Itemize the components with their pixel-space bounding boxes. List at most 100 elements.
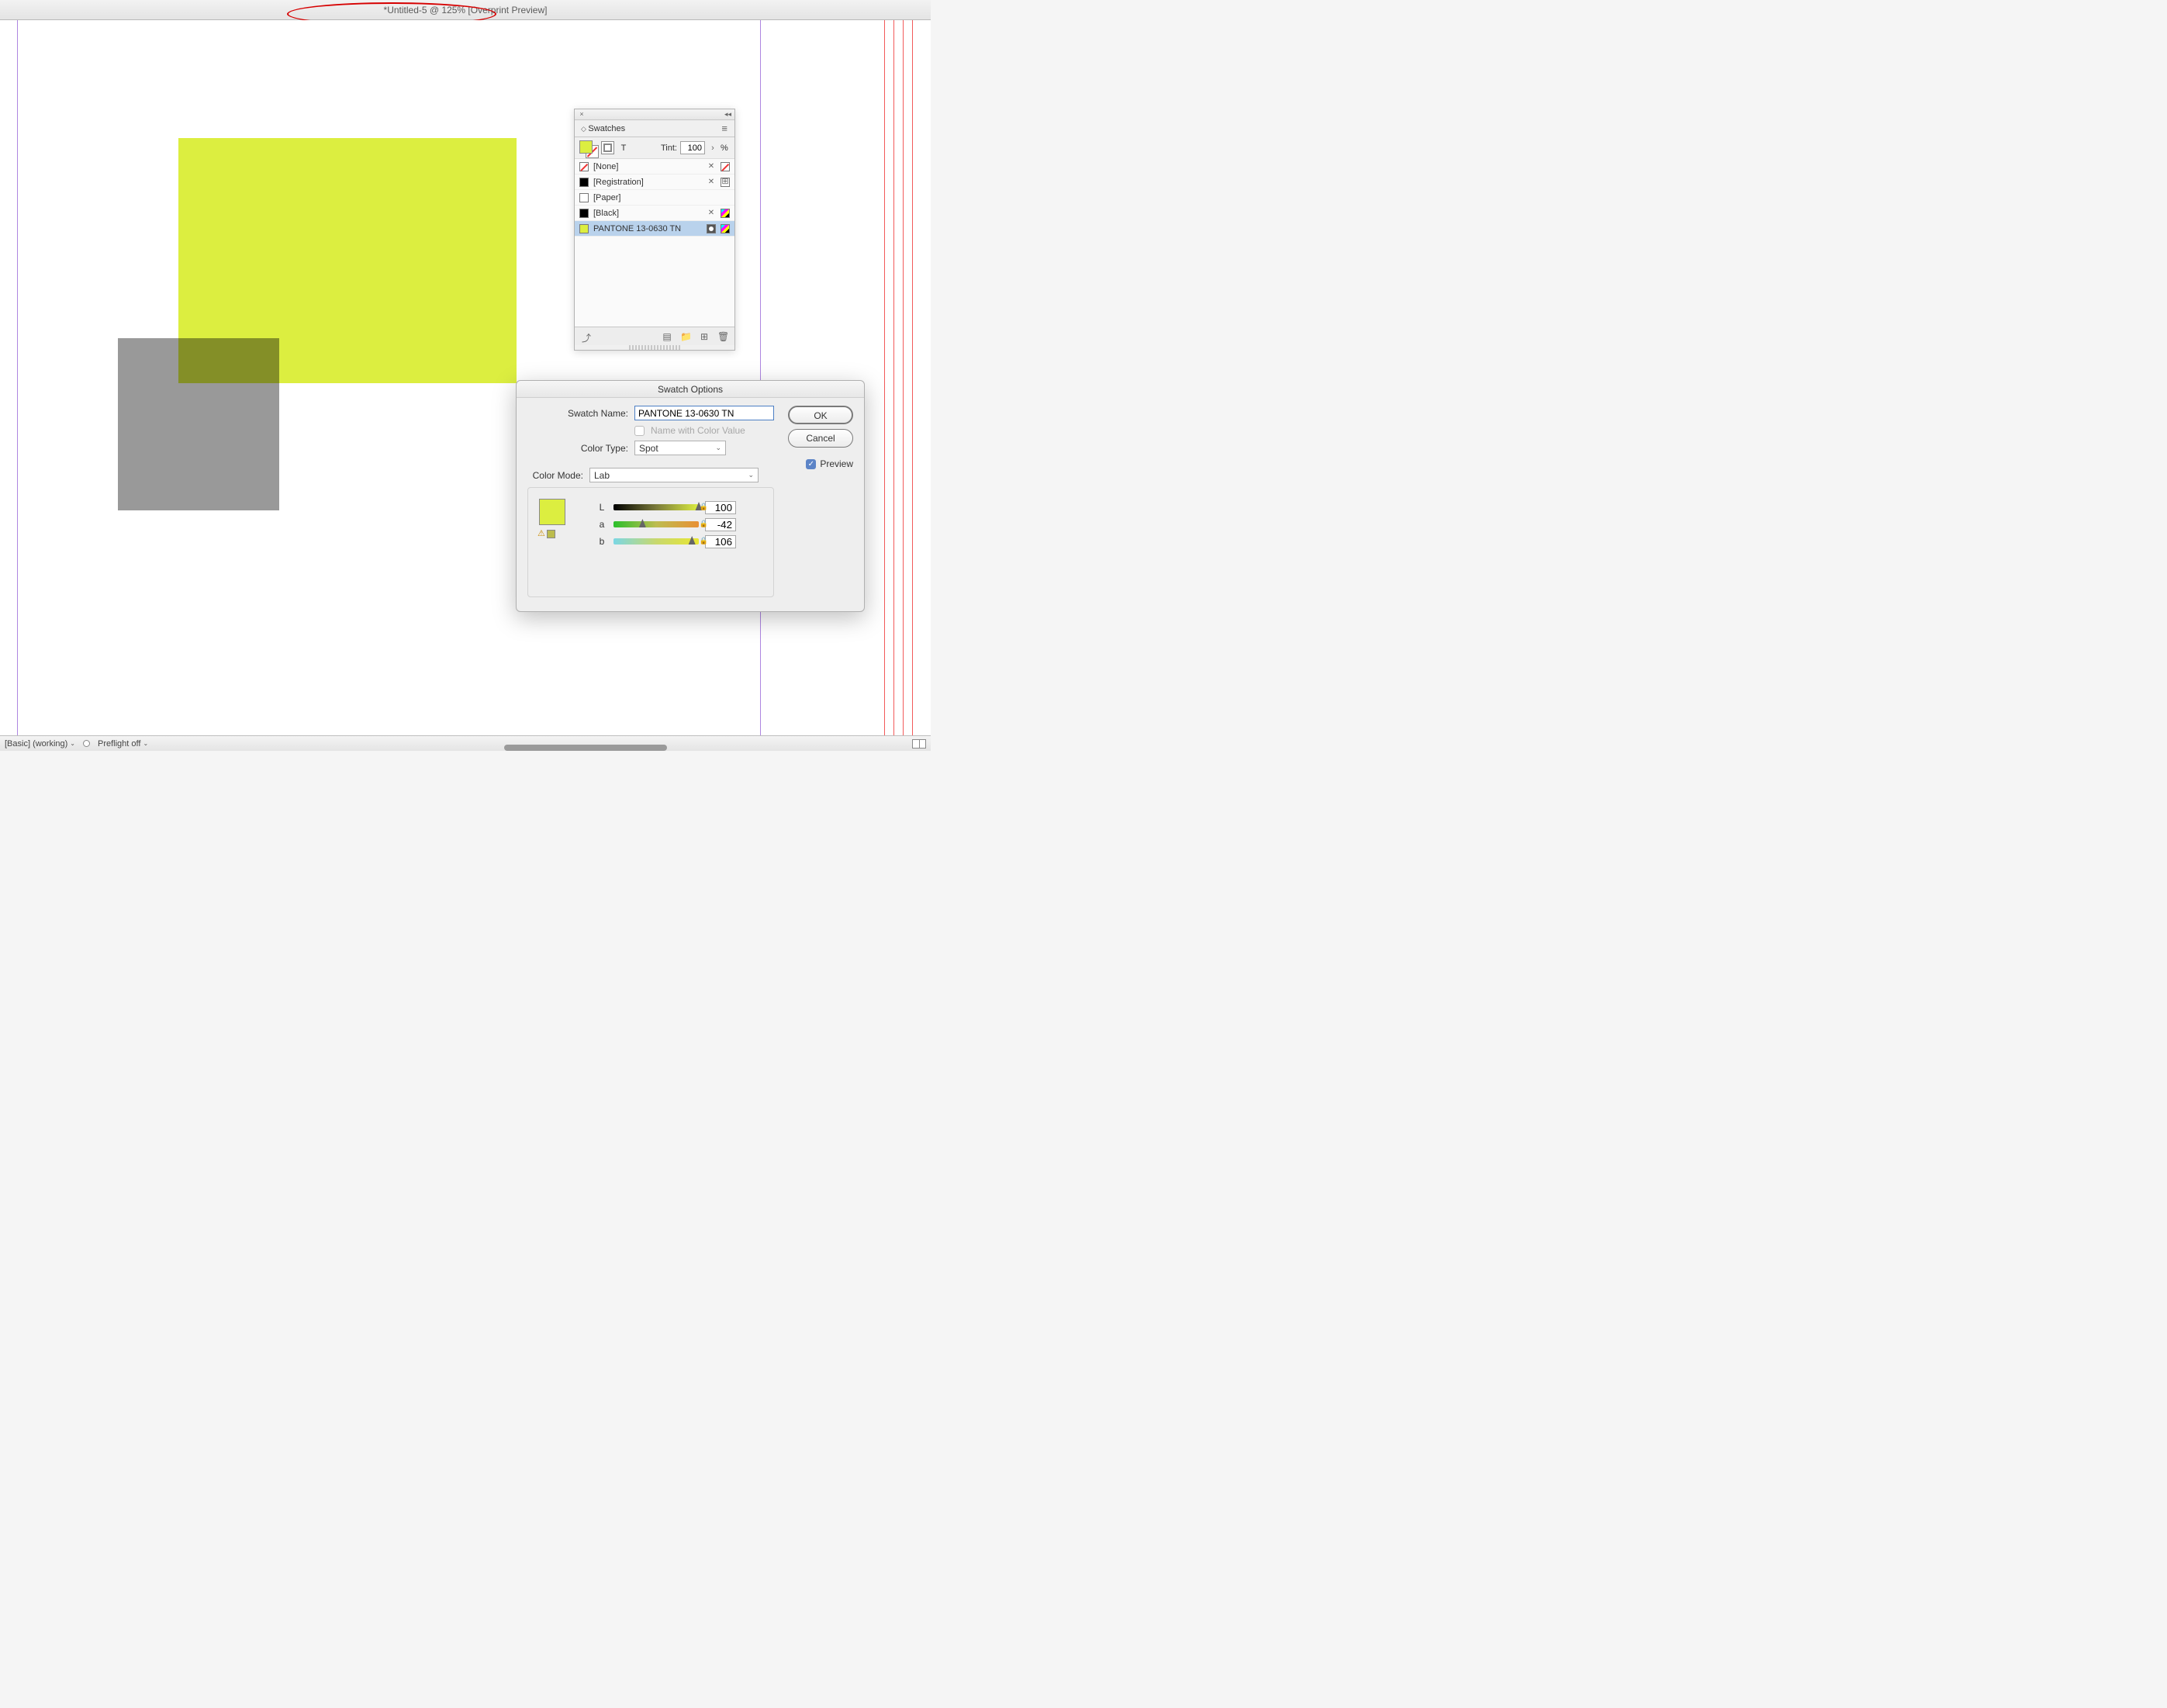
color-mode-value: Lab [594,470,610,481]
guide-bleed [893,20,894,735]
name-with-value-label: Name with Color Value [651,425,745,436]
swatch-name: [Paper] [593,193,730,202]
guide-right [760,20,761,735]
preview-label: Preview [820,458,853,469]
spot-color-icon [707,224,716,233]
swatch-row-none[interactable]: [None] [575,159,734,175]
swatch-name: [Black] [593,209,702,218]
swatch-row-black[interactable]: [Black] [575,206,734,221]
lab-sliders-block: L 🔒 a 🔒 b [527,487,774,597]
list-empty-area [575,237,734,327]
cancel-button[interactable]: Cancel [788,429,853,448]
not-editable-icon [707,162,716,171]
not-editable-icon [707,178,716,187]
add-to-cc-icon[interactable]: ⤴ [581,331,592,342]
swatch-chip [579,178,589,187]
swatch-name-label: Swatch Name: [527,408,628,419]
tint-input[interactable] [680,141,705,154]
document-canvas[interactable] [0,20,931,735]
preview-checkbox-row[interactable]: ✓ Preview [806,458,853,469]
a-input[interactable] [705,518,736,531]
swatch-name: PANTONE 13-0630 TN [593,224,702,233]
swatch-row-pantone[interactable]: PANTONE 13-0630 TN [575,221,734,237]
chevron-down-icon: ⌄ [748,471,754,479]
panel-titlebar[interactable]: × ◂◂ [575,109,734,120]
b-label: b [596,536,607,547]
delete-swatch-icon[interactable]: 🗑 [717,331,728,342]
lab-icon [721,224,730,233]
panel-resize-grip[interactable] [629,345,680,350]
swatch-row-paper[interactable]: [Paper] [575,190,734,206]
color-preview-swatch [539,499,565,525]
swatches-panel[interactable]: × ◂◂ Swatches ≡ T Tint: › % [None] [Regi… [574,109,735,351]
lock-icon: 🔒 [700,503,708,511]
tint-label: Tint: [661,143,677,153]
status-bar: [Basic] (working) ⌄ Preflight off ⌄ [0,735,931,751]
b-slider[interactable]: 🔒 [613,538,699,545]
gamut-warning-icon[interactable] [537,528,555,538]
cmyk-icon [721,209,730,218]
chevron-down-icon: ⌄ [70,740,75,747]
panel-tab[interactable]: Swatches ≡ [575,120,734,137]
profile-label: [Basic] (working) [5,739,67,749]
color-type-label: Color Type: [527,443,628,454]
not-editable-icon [707,209,716,218]
registration-icon [721,178,730,187]
swatch-options-dialog[interactable]: Swatch Options Swatch Name: Name with Co… [516,380,865,612]
color-type-select[interactable]: Spot ⌄ [634,441,726,455]
preview-checkbox[interactable]: ✓ [806,459,816,469]
swatch-chip [579,193,589,202]
preflight-label: Preflight off [98,739,140,749]
a-slider[interactable]: 🔒 [613,521,699,527]
name-with-value-checkbox [634,426,645,436]
panel-collapse-icon[interactable]: ◂◂ [724,110,731,119]
a-label: a [596,519,607,530]
lock-icon: 🔒 [700,520,708,528]
L-slider[interactable]: 🔒 [613,504,699,510]
preflight-dropdown[interactable]: Preflight off ⌄ [98,739,148,749]
window-title-bar: *Untitled-5 @ 125% [Overprint Preview] [0,0,931,20]
horizontal-scrollbar[interactable] [504,745,667,751]
guide-bleed [884,20,885,735]
L-label: L [596,502,607,513]
chevron-down-icon: ⌄ [143,740,148,747]
lock-icon: 🔒 [700,537,708,545]
preflight-status-icon [83,740,90,747]
document-title: *Untitled-5 @ 125% [Overprint Preview] [384,5,548,16]
swatches-list[interactable]: [None] [Registration] [Paper] [Black] PA… [575,159,734,327]
formatting-container-icon[interactable] [601,141,614,154]
fill-stroke-proxy[interactable] [579,140,598,156]
b-input[interactable] [705,535,736,548]
swatch-chip [579,224,589,233]
guide-bleed [912,20,913,735]
none-type-icon [721,162,730,171]
swatch-name: [None] [593,162,702,171]
swatch-name: [Registration] [593,178,702,187]
swatch-chip-none [579,162,589,171]
new-group-icon[interactable]: 📁 [680,331,691,342]
color-mode-select[interactable]: Lab ⌄ [589,468,759,482]
split-view-icon[interactable] [912,739,926,749]
swatch-name-input[interactable] [634,406,774,420]
gray-rectangle[interactable] [118,338,279,510]
panel-tab-label: Swatches [581,124,625,133]
guide-left [17,20,18,735]
dialog-title: Swatch Options [517,381,864,398]
tint-stepper-icon[interactable]: › [708,143,717,153]
L-input[interactable] [705,501,736,514]
color-type-value: Spot [639,443,658,454]
new-swatch-icon[interactable]: ⊞ [699,331,710,342]
swatch-chip [579,209,589,218]
swatch-row-registration[interactable]: [Registration] [575,175,734,190]
tint-unit: % [721,143,730,153]
panel-menu-icon[interactable]: ≡ [721,123,728,134]
panel-close-icon[interactable]: × [578,111,586,119]
swatches-footer: ⤴ ▤ 📁 ⊞ 🗑 [575,327,734,345]
formatting-text-icon[interactable]: T [617,143,630,153]
profile-dropdown[interactable]: [Basic] (working) ⌄ [5,739,75,749]
chevron-down-icon: ⌄ [715,444,721,452]
color-mode-label: Color Mode: [527,470,583,481]
ok-button[interactable]: OK [788,406,853,424]
swatches-header: T Tint: › % [575,137,734,159]
swatch-views-icon[interactable]: ▤ [662,331,672,342]
